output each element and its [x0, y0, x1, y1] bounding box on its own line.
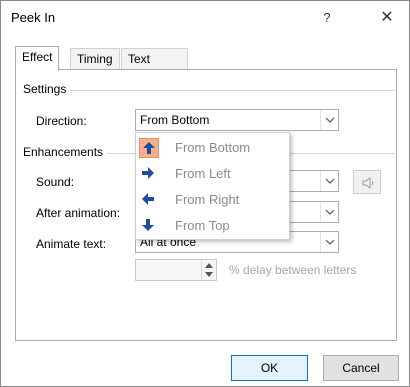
menu-item-label: From Right [175, 192, 240, 207]
arrow-up-icon [139, 138, 159, 158]
menu-item-from-right[interactable]: From Right [136, 187, 289, 213]
menu-item-label: From Top [175, 218, 230, 233]
menu-item-from-bottom[interactable]: From Bottom [136, 135, 289, 161]
letter-delay-spinner[interactable] [135, 259, 217, 281]
enhancements-section-label: Enhancements [23, 145, 108, 159]
settings-section-label: Settings [23, 82, 71, 96]
arrow-right-icon [139, 164, 159, 184]
title-bar: Peek In ? ✕ [1, 1, 409, 35]
arrow-down-icon [139, 216, 159, 236]
animate-text-label: Animate text: [36, 237, 107, 251]
close-button[interactable]: ✕ [375, 7, 399, 29]
menu-item-from-left[interactable]: From Left [136, 161, 289, 187]
tab-effect[interactable]: Effect [15, 46, 60, 71]
after-animation-label: After animation: [36, 206, 121, 220]
help-button[interactable]: ? [316, 7, 338, 29]
dialog-title: Peek In [11, 10, 56, 25]
direction-label: Direction: [36, 114, 87, 128]
sound-preview-button[interactable] [353, 170, 381, 194]
chevron-down-icon[interactable] [320, 171, 338, 191]
direction-dropdown-menu: From Bottom From Left From Right From To… [135, 132, 290, 240]
tab-text-animation[interactable]: Text Animation [121, 48, 189, 86]
cancel-button[interactable]: Cancel [323, 355, 399, 381]
menu-item-label: From Left [175, 166, 231, 181]
chevron-down-icon[interactable] [320, 232, 338, 252]
speaker-icon [362, 177, 374, 189]
direction-select-value: From Bottom [140, 113, 210, 127]
direction-select[interactable]: From Bottom [135, 109, 339, 131]
chevron-down-icon[interactable] [320, 202, 338, 222]
menu-item-label: From Bottom [175, 140, 251, 155]
spin-down-icon[interactable] [205, 272, 213, 277]
arrow-left-icon [139, 190, 159, 210]
tab-timing[interactable]: Timing [70, 48, 120, 70]
sound-label: Sound: [36, 175, 75, 189]
chevron-down-icon[interactable] [320, 110, 338, 130]
menu-item-from-top[interactable]: From Top [136, 213, 289, 239]
ok-button[interactable]: OK [231, 355, 308, 381]
spinner-arrows[interactable] [201, 260, 216, 280]
letter-delay-suffix: % delay between letters [229, 263, 357, 277]
settings-divider [23, 90, 395, 91]
spin-up-icon[interactable] [205, 263, 213, 268]
peek-in-dialog: Peek In ? ✕ Effect Timing Text Animation… [0, 0, 410, 387]
